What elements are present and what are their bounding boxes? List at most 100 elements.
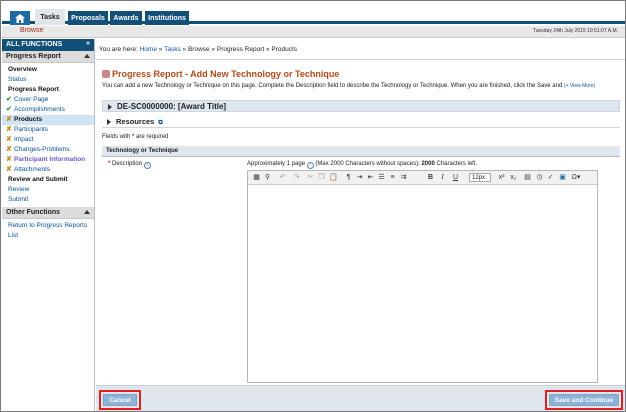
sidebar-item-return-list[interactable]: List (2, 231, 94, 241)
table-icon[interactable]: ▤ (523, 173, 532, 182)
sidebar-item-label: Changes-Problems (14, 146, 70, 153)
sidebar-item-impact[interactable]: ✘ Impact (2, 135, 94, 145)
source-icon[interactable]: ▦ (252, 173, 261, 182)
page-title: Progress Report - Add New Technology or … (102, 69, 339, 79)
sidebar-item-changes-problems[interactable]: ✘ Changes-Problems (2, 145, 94, 155)
bold-icon[interactable]: B (426, 173, 435, 182)
required-asterisk-icon: * (108, 161, 111, 167)
report-icon (102, 70, 110, 78)
image-icon[interactable]: ▣ (558, 173, 567, 182)
resources-label: Resources (116, 117, 155, 126)
paragraph-icon[interactable]: ¶ (344, 173, 353, 182)
complete-check-icon: ✔ (6, 106, 12, 113)
find-icon[interactable]: ⚲ (263, 173, 272, 182)
cancel-button[interactable]: Cancel (103, 394, 137, 406)
incomplete-x-icon: ✘ (6, 156, 12, 163)
sidebar-item-label: Accomplishments (14, 106, 65, 113)
resources-panel-header[interactable]: Resources ⧉ (102, 116, 620, 128)
browse-link[interactable]: Browse (20, 27, 43, 34)
save-highlight: Save and Continue (545, 390, 623, 410)
breadcrumb-separator: » (158, 46, 163, 53)
sidebar-item-overview[interactable]: Overview (2, 65, 94, 75)
award-title: DE-SC0000000: [Award Title] (117, 102, 227, 111)
collapse-sidebar-icon[interactable]: « (86, 40, 90, 47)
sidebar-item-attachments[interactable]: ✘ Attachments (2, 165, 94, 175)
form-footer: Cancel Save and Continue (96, 385, 625, 411)
current-datetime: Tuesday 24th July 2015 10:51:07 A.M. (532, 28, 618, 34)
cancel-highlight: Cancel (99, 390, 141, 410)
tab-proposals[interactable]: Proposals (68, 11, 108, 25)
sidebar-item-products[interactable]: ✘ Products (2, 115, 94, 125)
undo-icon[interactable]: ↶ (278, 173, 287, 182)
sidebar-item-participants[interactable]: ✘ Participants (2, 125, 94, 135)
all-functions-header: ALL FUNCTIONS « (2, 39, 94, 51)
sidebar-item-status[interactable]: Status (2, 75, 94, 85)
external-link-icon[interactable]: ⧉ (158, 120, 162, 126)
sub-navigation: Browse Tuesday 24th July 2015 10:51:07 A… (2, 26, 625, 38)
character-limit-info: Approximately 1 page i (Max 2000 Charact… (247, 161, 477, 169)
sidebar-item-submit[interactable]: Submit (2, 195, 94, 205)
superscript-icon[interactable]: x² (497, 173, 506, 182)
sidebar-item-accomplishments[interactable]: ✔ Accomplishments (2, 105, 94, 115)
sidebar: ALL FUNCTIONS « Progress Report Overview… (2, 39, 95, 411)
other-functions-section-header[interactable]: Other Functions (2, 207, 94, 219)
ltr-icon[interactable]: ⇥ (355, 173, 364, 182)
indent-icon[interactable]: ⇉ (399, 173, 408, 182)
numbered-list-icon[interactable]: ☰ (377, 173, 386, 182)
home-button[interactable] (10, 11, 30, 25)
info-icon[interactable]: i (143, 162, 151, 169)
progress-report-menu: Overview Status Progress Report ✔ Cover P… (2, 63, 94, 207)
sidebar-item-cover-page[interactable]: ✔ Cover Page (2, 95, 94, 105)
tab-tasks[interactable]: Tasks (35, 9, 65, 25)
special-character-icon[interactable]: Ω▾ (570, 173, 582, 182)
redo-icon[interactable]: ↷ (292, 173, 301, 182)
description-label-text: Description (112, 161, 143, 167)
tab-institutions[interactable]: Institutions (145, 11, 189, 25)
underline-icon[interactable]: U (451, 173, 460, 182)
sidebar-item-label: Cover Page (14, 96, 49, 103)
tab-awards[interactable]: Awards (110, 11, 142, 25)
sidebar-item-return-to-progress-reports[interactable]: Return to Progress Reports (2, 221, 94, 231)
page-instructions: You can add a new Technology or Techniqu… (102, 83, 622, 89)
breadcrumb-prefix: You are here: (99, 46, 138, 53)
char-info-b: (Max 2000 Characters without spaces): (315, 161, 420, 167)
breadcrumb-tasks-link[interactable]: Tasks (164, 46, 181, 53)
spellcheck-icon[interactable]: ✓ (546, 173, 555, 182)
info-icon[interactable]: i (306, 162, 314, 169)
cut-icon[interactable]: ✂ (306, 173, 315, 182)
save-and-continue-button[interactable]: Save and Continue (549, 394, 619, 406)
char-info-c: Characters left. (436, 161, 478, 167)
page-title-text: Progress Report - Add New Technology or … (112, 69, 340, 79)
char-info-a: Approximately 1 page (247, 161, 306, 167)
font-size-select[interactable]: 12px (469, 173, 491, 182)
sidebar-item-participant-information[interactable]: ✘ Participant Information (2, 155, 94, 165)
instructions-text: You can add a new Technology or Techniqu… (102, 83, 563, 89)
sidebar-item-review[interactable]: Review (2, 185, 94, 195)
incomplete-x-icon: ✘ (6, 126, 12, 133)
sidebar-item-label: Participant Information (14, 156, 86, 163)
view-more-link[interactable]: (+ View More) (564, 83, 595, 89)
top-navigation: Tasks Proposals Awards Institutions (2, 2, 625, 25)
expand-arrow-icon (108, 104, 112, 110)
collapse-arrow-icon (84, 210, 90, 214)
award-panel-header[interactable]: DE-SC0000000: [Award Title] (102, 100, 620, 112)
bullet-list-icon[interactable]: ≡ (388, 173, 397, 182)
description-label: * Description i (108, 161, 151, 169)
breadcrumb-rest: » Browse » Progress Report » Products (182, 46, 298, 53)
characters-left-count: 2000 (421, 161, 435, 167)
progress-report-section-header[interactable]: Progress Report (2, 51, 94, 63)
breadcrumb-divider (96, 59, 625, 60)
paste-icon[interactable]: 📋 (328, 173, 339, 182)
incomplete-x-icon: ✘ (6, 116, 12, 123)
sidebar-item-label: Impact (14, 136, 34, 143)
rtl-icon[interactable]: ⇤ (366, 173, 375, 182)
required-note-a: Fields with (102, 134, 131, 140)
clock-icon[interactable]: ◷ (535, 173, 544, 182)
breadcrumb-home-link[interactable]: Home (140, 46, 157, 53)
complete-check-icon: ✔ (6, 96, 12, 103)
subscript-icon[interactable]: x₂ (509, 173, 518, 182)
other-functions-section-title: Other Functions (6, 209, 61, 216)
copy-icon[interactable]: ❐ (317, 173, 326, 182)
italic-icon[interactable]: I (438, 173, 447, 182)
progress-report-section-title: Progress Report (6, 53, 61, 60)
